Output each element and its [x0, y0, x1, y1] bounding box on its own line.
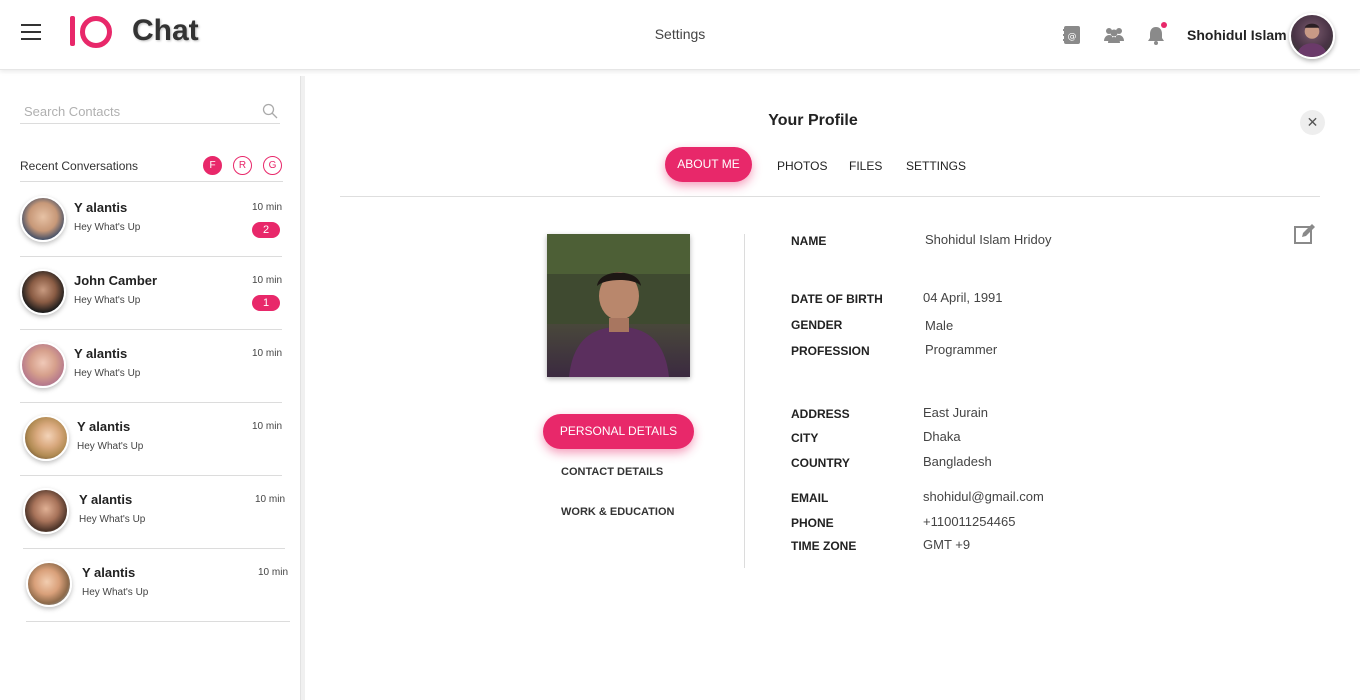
- last-message: Hey What's Up: [82, 587, 149, 598]
- country-value: Bangladesh: [923, 454, 992, 469]
- contact-details-link[interactable]: CONTACT DETAILS: [561, 466, 663, 478]
- settings-title[interactable]: Settings: [655, 26, 706, 42]
- address-value: East Jurain: [923, 405, 989, 420]
- contact-name: Y alantis: [74, 200, 128, 215]
- recent-header: Recent Conversations F R G: [20, 156, 283, 182]
- name-label: NAME: [791, 234, 827, 248]
- avatar: [23, 488, 69, 534]
- filter-f[interactable]: F: [203, 156, 222, 175]
- profession-value: Programmer: [925, 342, 998, 357]
- message-time: 10 min: [251, 275, 282, 286]
- search-box: [20, 100, 280, 124]
- unread-badge: 1: [252, 295, 280, 311]
- last-message: Hey What's Up: [74, 295, 141, 306]
- tab-photos[interactable]: PHOTOS: [777, 159, 827, 173]
- tab-files[interactable]: FILES: [849, 159, 882, 173]
- conversation-item[interactable]: Y alantis Hey What's Up 10 min: [20, 403, 282, 476]
- city-value: Dhaka: [923, 429, 961, 444]
- last-message: Hey What's Up: [79, 514, 146, 525]
- logo-ring: [80, 16, 112, 48]
- filter-g[interactable]: G: [263, 156, 282, 175]
- dob-label: DATE OF BIRTH: [791, 292, 883, 306]
- personal-details-button[interactable]: PERSONAL DETAILS: [543, 414, 694, 449]
- unread-badge: 2: [252, 222, 280, 238]
- avatar: [26, 561, 72, 607]
- profile-panel: Your Profile ✕ ABOUT ME PHOTOS FILES SET…: [305, 70, 1360, 700]
- contact-name: Y alantis: [77, 419, 131, 434]
- gender-label: GENDER: [791, 318, 843, 332]
- brand-name: Chat: [132, 14, 199, 47]
- message-time: 10 min: [251, 348, 282, 359]
- contacts-book-icon[interactable]: @: [1061, 24, 1083, 46]
- svg-text:@: @: [1068, 32, 1077, 42]
- last-message: Hey What's Up: [77, 441, 144, 452]
- avatar: [20, 342, 66, 388]
- work-education-link[interactable]: WORK & EDUCATION: [561, 506, 674, 518]
- profile-photo: [547, 234, 690, 377]
- conversation-item[interactable]: Y alantis Hey What's Up 10 min: [20, 330, 282, 403]
- sidebar: Recent Conversations F R G Y alantis Hey…: [0, 70, 300, 700]
- timezone-label: TIME ZONE: [791, 539, 857, 553]
- bell-icon[interactable]: [1145, 22, 1167, 46]
- search-input[interactable]: [20, 100, 250, 122]
- phone-value: +110011254465: [923, 514, 1016, 529]
- recent-label: Recent Conversations: [20, 159, 139, 173]
- country-label: COUNTRY: [791, 456, 850, 470]
- message-time: 10 min: [254, 494, 285, 505]
- tab-settings[interactable]: SETTINGS: [906, 159, 966, 173]
- address-label: ADDRESS: [791, 407, 850, 421]
- vertical-divider: [744, 234, 745, 568]
- group-icon[interactable]: [1103, 24, 1125, 46]
- contact-name: Y alantis: [79, 492, 133, 507]
- notification-dot: [1161, 22, 1167, 28]
- avatar: [23, 415, 69, 461]
- page-title: Your Profile: [768, 112, 858, 129]
- gender-value: Male: [925, 318, 954, 333]
- message-time: 10 min: [251, 421, 282, 432]
- city-label: CITY: [791, 431, 819, 445]
- contact-name: Y alantis: [82, 565, 136, 580]
- search-icon[interactable]: [262, 103, 278, 119]
- email-value: shohidul@gmail.com: [923, 489, 1044, 504]
- logo-mark: [70, 16, 75, 46]
- message-time: 10 min: [251, 202, 282, 213]
- menu-icon[interactable]: [21, 24, 41, 40]
- avatar: [20, 269, 66, 315]
- name-value: Shohidul Islam Hridoy: [925, 232, 1052, 247]
- timezone-value: GMT +9: [923, 537, 971, 552]
- contact-name: John Camber: [74, 273, 158, 288]
- conversation-item[interactable]: Y alantis Hey What's Up 10 min 2: [20, 184, 282, 257]
- avatar: [20, 196, 66, 242]
- phone-label: PHONE: [791, 516, 834, 530]
- conversation-item[interactable]: John Camber Hey What's Up 10 min 1: [20, 257, 282, 330]
- profession-label: PROFESSION: [791, 344, 870, 358]
- close-button[interactable]: ✕: [1300, 110, 1325, 135]
- message-time: 10 min: [257, 567, 288, 578]
- tab-divider: [340, 196, 1320, 197]
- last-message: Hey What's Up: [74, 368, 141, 379]
- conversation-item[interactable]: Y alantis Hey What's Up 10 min: [26, 549, 290, 622]
- tab-about-me[interactable]: ABOUT ME: [665, 147, 752, 182]
- edit-icon[interactable]: [1293, 222, 1317, 246]
- conversation-item[interactable]: Y alantis Hey What's Up 10 min: [23, 476, 285, 549]
- dob-value: 04 April, 1991: [923, 290, 1003, 305]
- user-avatar[interactable]: [1289, 13, 1335, 59]
- filter-r[interactable]: R: [233, 156, 252, 175]
- top-bar: Chat Settings @ Shohidul Islam: [0, 0, 1360, 70]
- email-label: EMAIL: [791, 491, 829, 505]
- last-message: Hey What's Up: [74, 222, 141, 233]
- user-name[interactable]: Shohidul Islam: [1187, 27, 1287, 43]
- contact-name: Y alantis: [74, 346, 128, 361]
